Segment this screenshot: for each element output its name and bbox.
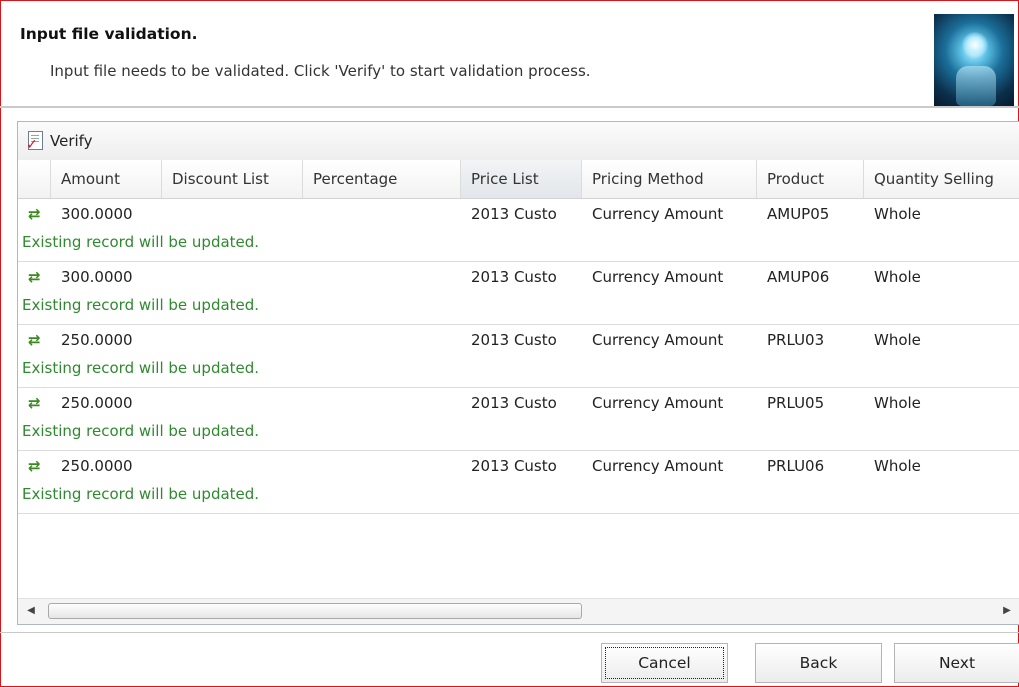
back-button[interactable]: Back — [755, 643, 882, 683]
column-header-product[interactable]: Product — [757, 160, 864, 198]
column-header-row: Amount Discount List Percentage Price Li… — [18, 160, 1019, 199]
header-divider — [0, 106, 1019, 108]
grid-toolbar: ✓ Verify — [18, 122, 1019, 161]
cell-amount: 250.0000 — [61, 331, 133, 349]
light-glow — [962, 32, 988, 58]
table-row[interactable]: ⇄ 250.0000 2013 Custo Currency Amount PR… — [18, 388, 1019, 451]
grid-rows: ⇄ 300.0000 2013 Custo Currency Amount AM… — [18, 199, 1019, 514]
column-header-price-list[interactable]: Price List — [461, 160, 582, 198]
update-arrows-icon: ⇄ — [28, 457, 41, 475]
cell-quantity-selling: Whole — [874, 394, 921, 412]
column-header-status — [18, 160, 51, 198]
cell-price-list: 2013 Custo — [471, 394, 557, 412]
scroll-right-icon[interactable]: ▶ — [1000, 604, 1014, 618]
cell-quantity-selling: Whole — [874, 268, 921, 286]
cell-price-list: 2013 Custo — [471, 268, 557, 286]
scrollbar-thumb[interactable] — [48, 603, 582, 619]
cell-amount: 250.0000 — [61, 394, 133, 412]
cell-product: PRLU06 — [767, 457, 825, 475]
table-row[interactable]: ⇄ 250.0000 2013 Custo Currency Amount PR… — [18, 325, 1019, 388]
table-row[interactable]: ⇄ 300.0000 2013 Custo Currency Amount AM… — [18, 199, 1019, 262]
cell-pricing-method: Currency Amount — [592, 394, 724, 412]
row-message: Existing record will be updated. — [22, 233, 260, 251]
column-header-amount[interactable]: Amount — [51, 160, 162, 198]
cell-product: PRLU03 — [767, 331, 825, 349]
validation-grid: ✓ Verify Amount Discount List Percentage… — [17, 121, 1019, 625]
cancel-button[interactable]: Cancel — [601, 643, 728, 683]
row-message: Existing record will be updated. — [22, 422, 260, 440]
cell-pricing-method: Currency Amount — [592, 457, 724, 475]
header-image — [934, 14, 1014, 106]
cell-product: AMUP06 — [767, 268, 830, 286]
cell-amount: 300.0000 — [61, 268, 133, 286]
column-header-pricing-method[interactable]: Pricing Method — [582, 160, 757, 198]
table-row[interactable]: ⇄ 250.0000 2013 Custo Currency Amount PR… — [18, 451, 1019, 514]
row-message: Existing record will be updated. — [22, 485, 260, 503]
cell-amount: 300.0000 — [61, 205, 133, 223]
cell-price-list: 2013 Custo — [471, 457, 557, 475]
hand-icon — [956, 66, 996, 106]
column-header-quantity-selling[interactable]: Quantity Selling — [864, 160, 1019, 198]
cell-price-list: 2013 Custo — [471, 331, 557, 349]
update-arrows-icon: ⇄ — [28, 331, 41, 349]
column-header-percentage[interactable]: Percentage — [303, 160, 461, 198]
cell-pricing-method: Currency Amount — [592, 205, 724, 223]
footer-divider — [0, 632, 1019, 633]
scroll-left-icon[interactable]: ◀ — [24, 604, 38, 618]
verify-document-icon: ✓ — [26, 131, 44, 152]
row-message: Existing record will be updated. — [22, 296, 260, 314]
verify-label: Verify — [50, 132, 93, 150]
cell-quantity-selling: Whole — [874, 331, 921, 349]
update-arrows-icon: ⇄ — [28, 268, 41, 286]
row-message: Existing record will be updated. — [22, 359, 260, 377]
page-title: Input file validation. — [20, 25, 198, 43]
verify-button[interactable]: ✓ Verify — [26, 129, 93, 153]
cell-product: AMUP05 — [767, 205, 830, 223]
column-header-discount-list[interactable]: Discount List — [162, 160, 303, 198]
next-button[interactable]: Next — [894, 643, 1019, 683]
cell-pricing-method: Currency Amount — [592, 331, 724, 349]
cell-amount: 250.0000 — [61, 457, 133, 475]
page-subtitle: Input file needs to be validated. Click … — [50, 62, 591, 80]
horizontal-scrollbar[interactable]: ◀ ▶ — [18, 598, 1019, 624]
cell-quantity-selling: Whole — [874, 457, 921, 475]
update-arrows-icon: ⇄ — [28, 394, 41, 412]
cell-quantity-selling: Whole — [874, 205, 921, 223]
cell-price-list: 2013 Custo — [471, 205, 557, 223]
table-row[interactable]: ⇄ 300.0000 2013 Custo Currency Amount AM… — [18, 262, 1019, 325]
cell-product: PRLU05 — [767, 394, 825, 412]
update-arrows-icon: ⇄ — [28, 205, 41, 223]
cell-pricing-method: Currency Amount — [592, 268, 724, 286]
